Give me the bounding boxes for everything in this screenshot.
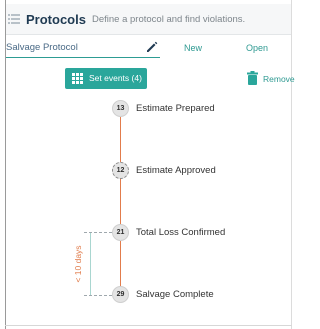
event-node[interactable]: 29 <box>112 286 129 303</box>
constraint-bracket[interactable] <box>90 233 91 296</box>
protocol-name-underline <box>6 57 160 58</box>
event-label: Estimate Prepared <box>136 103 215 114</box>
protocols-panel: Protocols Define a protocol and find vio… <box>0 0 295 329</box>
pencil-icon[interactable] <box>144 39 160 55</box>
event-node[interactable]: 21 <box>112 224 129 241</box>
event-node[interactable]: 13 <box>112 100 129 117</box>
set-events-label: Set events (4) <box>89 73 142 83</box>
time-constraint-label[interactable]: < 10 days <box>73 245 83 282</box>
header-divider <box>6 34 291 35</box>
protocol-name-field[interactable]: Salvage Protocol <box>6 42 78 53</box>
event-label: Total Loss Confirmed <box>136 227 226 238</box>
grid-icon <box>72 73 83 84</box>
trash-icon[interactable] <box>247 71 258 85</box>
open-protocol-button[interactable]: Open <box>246 43 268 53</box>
timeline-connector <box>120 117 121 163</box>
new-protocol-button[interactable]: New <box>184 43 202 53</box>
right-border <box>291 0 292 329</box>
constraint-bracket-bottom <box>84 295 112 296</box>
event-label: Estimate Approved <box>136 165 216 176</box>
set-events-button[interactable]: Set events (4) <box>65 68 147 89</box>
page-title: Protocols <box>26 12 86 27</box>
timeline-connector <box>120 179 121 225</box>
event-node[interactable]: 12 <box>112 162 129 179</box>
constraint-bracket-top <box>84 232 112 233</box>
page-subtitle: Define a protocol and find violations. <box>92 14 246 25</box>
event-label: Salvage Complete <box>136 289 214 300</box>
bottom-border <box>5 325 292 326</box>
timeline-connector <box>120 241 121 287</box>
list-icon[interactable] <box>8 14 20 25</box>
remove-button[interactable]: Remove <box>263 74 295 84</box>
panel-header: Protocols Define a protocol and find vio… <box>6 4 291 34</box>
